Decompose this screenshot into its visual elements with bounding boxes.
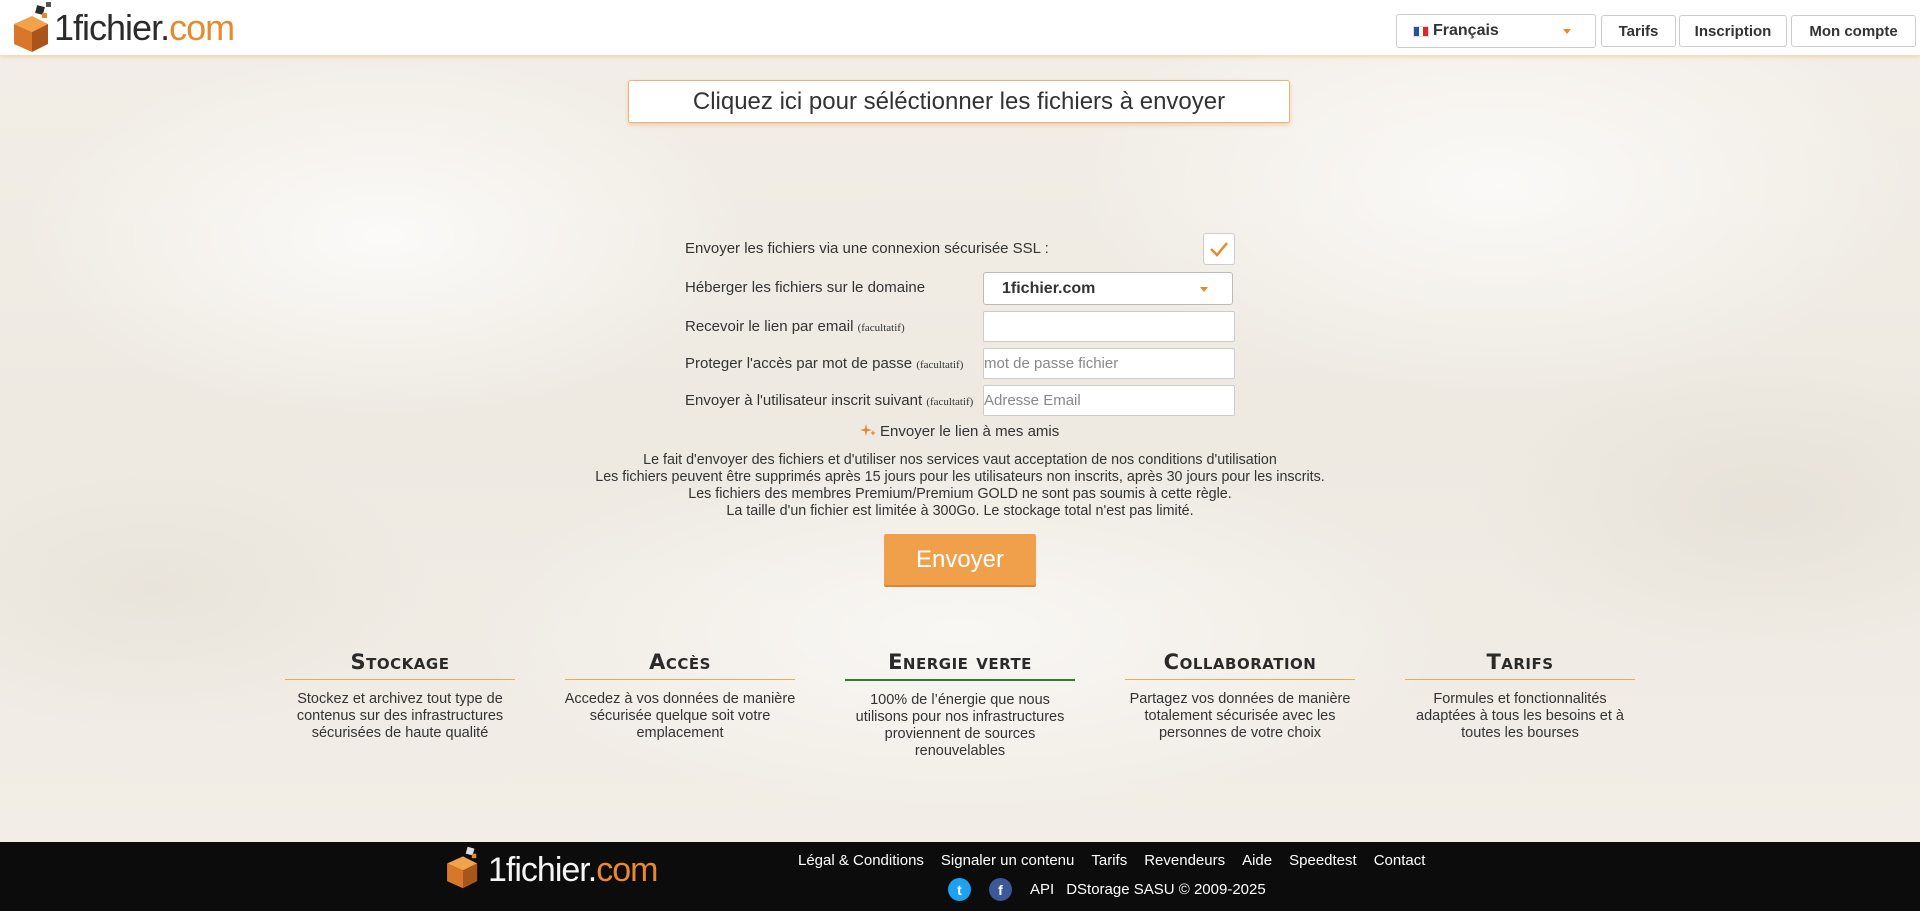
notice-line: Les fichiers des membres Premium/Premium…: [688, 486, 1232, 502]
terms-notice: Le fait d'envoyer des fichiers et d'util…: [460, 452, 1460, 520]
password-field[interactable]: [983, 348, 1235, 379]
feature-text: 100% de l’énergie que nous utilisons pou…: [855, 692, 1065, 759]
footer-link-report[interactable]: Signaler un contenu: [941, 852, 1074, 869]
footer-link-contact[interactable]: Contact: [1374, 852, 1426, 869]
user-label: Envoyer à l'utilisateur inscrit suivant …: [685, 392, 974, 409]
optional-hint: (facultatif): [857, 322, 905, 334]
feature-title: Stockage: [285, 645, 515, 680]
feature-title: Energie verte: [845, 645, 1075, 681]
site-footer: 1fichier.com Légal & Conditions Signaler…: [0, 842, 1920, 911]
email-field[interactable]: [983, 311, 1235, 342]
ssl-checkbox[interactable]: [1203, 233, 1235, 265]
domain-label: Héberger les fichiers sur le domaine: [685, 279, 926, 296]
footer-link-tarifs[interactable]: Tarifs: [1091, 852, 1127, 869]
footer-link-aide[interactable]: Aide: [1242, 852, 1272, 869]
optional-hint: (facultatif): [926, 396, 974, 408]
inscription-button[interactable]: Inscription: [1679, 15, 1787, 47]
feature-acces: Accès Accedez à vos données de manière s…: [560, 645, 800, 742]
feature-title: Accès: [565, 645, 795, 680]
feature-tarifs: Tarifs Formules et fonctionnalités adapt…: [1400, 645, 1640, 742]
checkmark-icon: [1210, 242, 1228, 257]
site-logo[interactable]: 1fichier.com: [6, 2, 235, 54]
top-header: 1fichier.com Français Tarifs Inscription…: [0, 0, 1920, 55]
logo-wordmark: 1fichier.com: [488, 851, 658, 889]
mon-compte-button[interactable]: Mon compte: [1791, 15, 1916, 47]
notice-line: Les fichiers peuvent être supprimés aprè…: [595, 469, 1325, 485]
feature-text: Formules et fonctionnalités adaptées à t…: [1416, 691, 1624, 741]
cube-logo-icon: [6, 2, 58, 54]
send-to-friends-link[interactable]: Envoyer le lien à mes amis: [860, 423, 1059, 440]
domain-value: 1fichier.com: [1002, 279, 1096, 297]
feature-energie-verte: Energie verte 100% de l’énergie que nous…: [840, 645, 1080, 760]
language-select[interactable]: Français: [1396, 14, 1596, 48]
send-button[interactable]: Envoyer: [884, 534, 1036, 585]
feature-title: Collaboration: [1125, 645, 1355, 680]
domain-select[interactable]: 1fichier.com: [983, 272, 1233, 305]
cube-logo-icon: [440, 844, 492, 896]
password-label: Proteger l'accès par mot de passe (facul…: [685, 355, 964, 372]
footer-link-revendeurs[interactable]: Revendeurs: [1144, 852, 1225, 869]
flag-france-icon: [1413, 25, 1429, 37]
footer-copyright: DStorage SASU © 2009-2025: [1066, 881, 1266, 898]
feature-title: Tarifs: [1405, 645, 1635, 680]
footer-secondary: t f API DStorage SASU © 2009-2025: [948, 878, 1266, 901]
chevron-down-icon: [1563, 29, 1571, 34]
twitter-icon[interactable]: t: [948, 878, 971, 901]
notice-line: Le fait d'envoyer des fichiers et d'util…: [643, 452, 1277, 468]
sparkle-icon: [860, 423, 876, 436]
tarifs-button[interactable]: Tarifs: [1601, 15, 1676, 47]
ssl-label: Envoyer les fichiers via une connexion s…: [685, 240, 1049, 257]
footer-link-legal[interactable]: Légal & Conditions: [798, 852, 924, 869]
friends-label: Envoyer le lien à mes amis: [880, 423, 1060, 440]
footer-links: Légal & Conditions Signaler un contenu T…: [798, 852, 1425, 869]
feature-collaboration: Collaboration Partagez vos données de ma…: [1120, 645, 1360, 742]
facebook-icon[interactable]: f: [989, 878, 1012, 901]
logo-wordmark: 1fichier.com: [54, 7, 235, 48]
feature-text: Partagez vos données de manière totaleme…: [1129, 691, 1351, 741]
chevron-down-icon: [1200, 287, 1208, 292]
optional-hint: (facultatif): [916, 359, 964, 371]
footer-logo[interactable]: 1fichier.com: [440, 844, 658, 896]
user-email-field[interactable]: [983, 385, 1235, 416]
feature-text: Stockez et archivez tout type de contenu…: [296, 691, 504, 741]
select-files-button[interactable]: Cliquez ici pour séléctionner les fichie…: [628, 80, 1290, 123]
email-label: Recevoir le lien par email (facultatif): [685, 318, 905, 335]
notice-line: La taille d'un fichier est limitée à 300…: [726, 503, 1194, 519]
footer-link-speedtest[interactable]: Speedtest: [1289, 852, 1357, 869]
language-label: Français: [1433, 22, 1499, 39]
feature-stockage: Stockage Stockez et archivez tout type d…: [280, 645, 520, 742]
footer-link-api[interactable]: API: [1030, 881, 1054, 898]
feature-text: Accedez à vos données de manière sécuris…: [564, 691, 796, 741]
